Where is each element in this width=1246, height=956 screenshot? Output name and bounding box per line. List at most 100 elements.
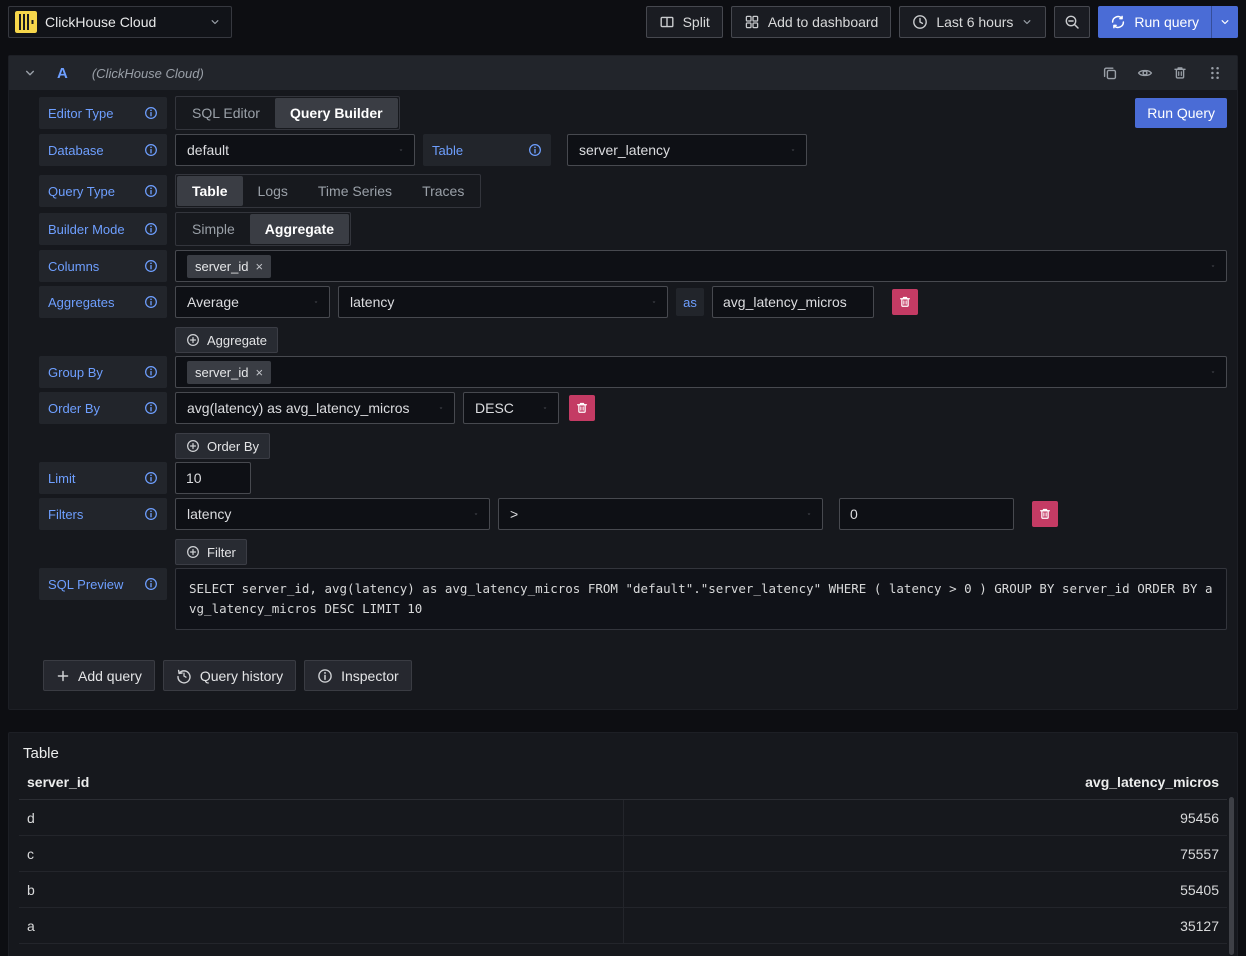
chevron-down-icon [466,508,478,520]
info-icon[interactable] [144,577,158,591]
limit-input[interactable] [175,462,251,494]
database-select[interactable]: default [175,134,415,166]
aggregate-function-select[interactable]: Average [175,286,330,318]
aggregate-alias-input[interactable] [712,286,874,318]
results-table: server_id avg_latency_micros d 95456 c 7… [19,774,1227,944]
builder-mode-aggregate[interactable]: Aggregate [250,214,349,244]
chevron-down-icon [535,402,547,414]
order-by-label: Order By [39,392,167,424]
info-icon[interactable] [144,106,158,120]
cell-server-id: d [19,810,623,826]
order-by-direction-select[interactable]: DESC [463,392,559,424]
filter-column-select[interactable]: latency [175,498,490,530]
column-header-server-id[interactable]: server_id [19,774,623,790]
filter-operator-select[interactable]: > [498,498,823,530]
add-to-dashboard-button[interactable]: Add to dashboard [731,6,892,38]
info-icon[interactable] [144,184,158,198]
plus-circle-icon [186,439,200,453]
cell-server-id: c [19,846,623,862]
chevron-down-icon [799,508,811,520]
toggle-visibility-eye-icon[interactable] [1137,65,1153,81]
chevron-down-icon [644,296,656,308]
info-icon[interactable] [144,295,158,309]
query-history-button[interactable]: Query history [163,660,296,691]
plus-icon [56,669,70,683]
info-icon[interactable] [144,365,158,379]
table-row: c 75557 [19,836,1227,872]
trash-icon [898,295,912,309]
query-type-time-series[interactable]: Time Series [303,176,407,206]
info-icon[interactable] [144,401,158,415]
editor-type-switch: SQL Editor Query Builder [175,96,400,130]
column-tag[interactable]: server_id × [187,255,271,278]
run-query-dropdown[interactable] [1211,6,1238,38]
chevron-down-icon [1219,16,1231,28]
as-badge: as [676,288,704,316]
info-icon[interactable] [144,143,158,157]
aggregates-label: Aggregates [39,286,167,318]
query-type-label: Query Type [39,175,167,207]
remove-query-trash-icon[interactable] [1172,65,1188,81]
query-ref-id[interactable]: A [57,65,68,82]
cell-avg-latency: 75557 [623,836,1227,871]
query-type-logs[interactable]: Logs [243,176,303,206]
time-range-picker[interactable]: Last 6 hours [899,6,1046,38]
remove-order-by-button[interactable] [569,395,595,421]
add-filter-button[interactable]: Filter [175,539,247,565]
add-aggregate-button[interactable]: Aggregate [175,327,278,353]
info-icon[interactable] [528,143,542,157]
filters-label: Filters [39,498,167,530]
run-query-editor-button[interactable]: Run Query [1135,98,1227,128]
zoom-out-icon [1064,14,1080,30]
chevron-down-icon [1203,366,1215,378]
info-icon[interactable] [144,222,158,236]
table-select[interactable]: server_latency [567,134,807,166]
chevron-down-icon [431,402,443,414]
add-order-by-button[interactable]: Order By [175,433,270,459]
split-icon [659,14,675,30]
remove-tag-icon[interactable]: × [255,366,263,379]
query-builder-option[interactable]: Query Builder [275,98,398,128]
group-by-multiselect[interactable]: server_id × [175,356,1227,388]
query-type-switch: Table Logs Time Series Traces [175,174,481,208]
panel-title: Table [9,743,1237,774]
group-by-tag[interactable]: server_id × [187,361,271,384]
info-icon[interactable] [144,471,158,485]
chevron-down-icon [1203,260,1215,272]
add-query-button[interactable]: Add query [43,660,155,691]
sync-icon [1110,14,1126,30]
builder-mode-simple[interactable]: Simple [177,214,250,244]
table-scrollbar[interactable] [1229,797,1234,955]
remove-filter-button[interactable] [1032,501,1058,527]
query-type-table[interactable]: Table [177,176,243,206]
cell-avg-latency: 55405 [623,872,1227,907]
chevron-down-icon [1021,16,1033,28]
apps-grid-icon [744,14,760,30]
database-label: Database [39,134,167,166]
order-by-field-select[interactable]: avg(latency) as avg_latency_micros [175,392,455,424]
query-row-header[interactable]: A (ClickHouse Cloud) [9,56,1237,90]
columns-multiselect[interactable]: server_id × [175,250,1227,282]
split-button[interactable]: Split [646,6,723,38]
aggregate-column-select[interactable]: latency [338,286,668,318]
collapse-chevron-icon[interactable] [23,66,37,80]
info-icon[interactable] [144,507,158,521]
sql-editor-option[interactable]: SQL Editor [177,98,275,128]
trash-icon [575,401,589,415]
remove-tag-icon[interactable]: × [255,260,263,273]
remove-aggregate-button[interactable] [892,289,918,315]
drag-handle-icon[interactable] [1207,65,1223,81]
table-row: d 95456 [19,800,1227,836]
editor-type-label: Editor Type [39,97,167,129]
info-icon[interactable] [144,259,158,273]
filter-value-input[interactable] [839,498,1014,530]
limit-label: Limit [39,462,167,494]
run-query-button[interactable]: Run query [1098,6,1211,38]
column-header-avg-latency-micros[interactable]: avg_latency_micros [623,774,1227,790]
zoom-out-button[interactable] [1054,6,1090,38]
duplicate-query-icon[interactable] [1102,65,1118,81]
query-type-traces[interactable]: Traces [407,176,479,206]
run-query-split-button[interactable]: Run query [1098,6,1238,38]
inspector-button[interactable]: Inspector [304,660,412,691]
datasource-picker[interactable]: ClickHouse Cloud [8,6,232,38]
